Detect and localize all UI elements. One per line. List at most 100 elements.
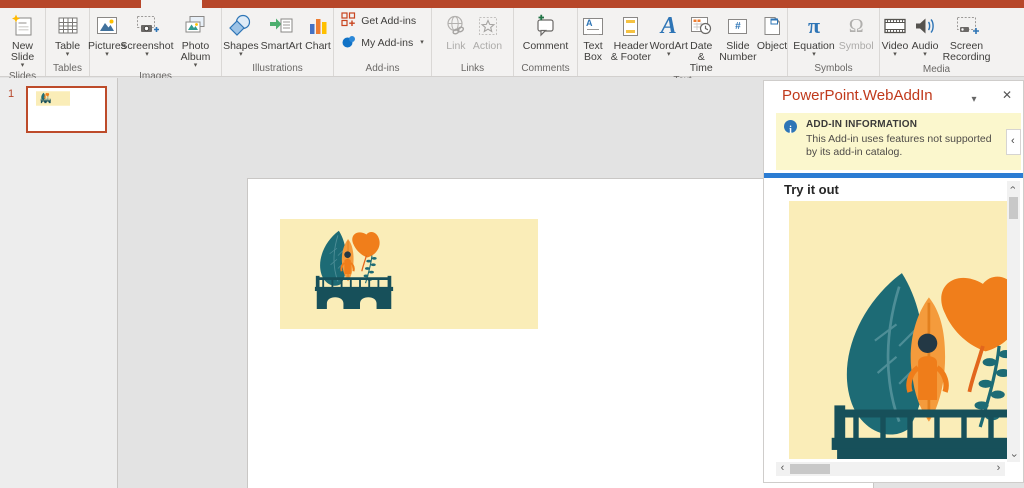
my-addins-button[interactable]: My Add-ins xyxy=(341,34,423,52)
screen-recording-button[interactable]: Screen Recording xyxy=(940,10,993,63)
screen-recording-icon xyxy=(954,11,980,41)
button-label: Action xyxy=(472,40,503,52)
button-label: Chart xyxy=(305,40,331,52)
chevron-down-icon xyxy=(667,52,671,59)
pictures-icon xyxy=(94,11,120,41)
group-label: Symbols xyxy=(814,63,853,74)
scroll-up-icon[interactable] xyxy=(1007,181,1020,194)
scroll-left-icon[interactable] xyxy=(776,462,789,475)
ribbon-group-comments: Comment Comments xyxy=(514,8,578,76)
photo-album-icon xyxy=(182,11,208,41)
info-icon xyxy=(784,120,797,133)
button-label: Header & Footer xyxy=(610,40,651,63)
chevron-down-icon xyxy=(66,52,70,59)
text-box-button[interactable]: A Text Box xyxy=(578,10,608,63)
video-icon xyxy=(882,11,908,41)
new-slide-button[interactable]: New Slide xyxy=(0,10,45,70)
action-button: Action xyxy=(471,10,504,52)
task-pane-menu-icon[interactable] xyxy=(967,89,981,103)
vertical-scroll-thumb[interactable] xyxy=(1009,197,1018,219)
equation-icon: π xyxy=(807,13,821,38)
task-pane-title: PowerPoint.WebAddIn xyxy=(782,87,933,104)
try-it-out-heading: Try it out xyxy=(784,182,839,197)
shapes-button[interactable]: Shapes xyxy=(222,10,260,59)
close-icon[interactable] xyxy=(999,86,1015,102)
button-label: Slide Number xyxy=(719,40,757,63)
chevron-down-icon xyxy=(239,52,243,59)
button-label: My Add-ins xyxy=(361,37,414,49)
web-addin-task-pane: PowerPoint.WebAddIn ADD-IN INFORMATION T… xyxy=(763,80,1024,483)
link-button: Link xyxy=(441,10,471,52)
ribbon-group-tables: Table Tables xyxy=(46,8,90,76)
button-label: SmartArt xyxy=(260,40,303,52)
chevron-down-icon xyxy=(893,52,897,59)
inserted-picture[interactable] xyxy=(280,219,538,329)
smartart-button[interactable]: SmartArt xyxy=(260,10,303,52)
smartart-icon xyxy=(268,11,294,41)
group-label: Links xyxy=(460,63,485,74)
vertical-scrollbar[interactable] xyxy=(1007,181,1020,462)
button-label: Get Add-ins xyxy=(361,15,417,27)
chevron-down-icon xyxy=(812,52,816,59)
button-label: Comment xyxy=(522,40,569,52)
date-time-button[interactable]: Date & Time xyxy=(684,10,719,74)
object-button[interactable]: Object xyxy=(757,10,787,52)
slide-thumbnail-image xyxy=(36,91,70,106)
button-label: Screen Recording xyxy=(942,40,991,63)
scroll-down-icon[interactable] xyxy=(1007,449,1020,462)
slides-thumbnail-panel: 1 xyxy=(0,78,118,488)
chevron-down-icon xyxy=(420,40,424,46)
ribbon: New Slide Slides Table Tables Pictures xyxy=(0,8,1024,86)
ribbon-group-slides: New Slide Slides xyxy=(0,8,46,82)
title-bar xyxy=(0,0,1024,8)
chevron-down-icon xyxy=(194,63,198,70)
chart-button[interactable]: Chart xyxy=(303,10,333,52)
ribbon-group-images: Pictures Screenshot Photo Album Images xyxy=(88,8,222,82)
scroll-right-icon[interactable] xyxy=(992,462,1005,475)
header-footer-button[interactable]: Header & Footer xyxy=(608,10,654,63)
group-label: Comments xyxy=(521,63,570,74)
symbol-icon: Ω xyxy=(848,15,864,37)
button-label: Photo Album xyxy=(180,40,211,63)
table-icon xyxy=(55,11,81,41)
slide-thumbnail[interactable] xyxy=(26,86,107,133)
progress-bar xyxy=(764,173,1023,178)
ribbon-group-links: Link Action Links xyxy=(432,8,514,76)
get-addins-button[interactable]: Get Add-ins xyxy=(341,12,423,30)
horizontal-scroll-thumb[interactable] xyxy=(790,464,830,474)
symbol-button: Ω Symbol xyxy=(837,10,876,52)
button-label: Date & Time xyxy=(689,40,713,74)
chevron-down-icon xyxy=(145,52,149,59)
group-label: Add-ins xyxy=(365,63,400,74)
addin-content-image xyxy=(789,201,1007,459)
slide-number: 1 xyxy=(8,88,15,100)
info-banner-body: This Add-in uses features not supported … xyxy=(806,133,992,158)
pictures-button[interactable]: Pictures xyxy=(88,10,126,59)
bridge-illustration-zoomed xyxy=(789,201,1007,459)
button-label: Symbol xyxy=(838,40,874,52)
table-button[interactable]: Table xyxy=(53,10,83,59)
equation-button[interactable]: π Equation xyxy=(791,10,836,59)
object-icon xyxy=(759,11,785,41)
button-label: Text Box xyxy=(583,40,603,63)
text-box-icon: A xyxy=(583,11,603,41)
ribbon-group-text: A Text Box Header & Footer A WordArt ▾ D… xyxy=(578,8,788,86)
date-time-icon xyxy=(688,11,714,41)
ribbon-group-illustrations: Shapes SmartArt Chart Illustrations xyxy=(222,8,334,76)
group-label: Tables xyxy=(53,63,82,74)
horizontal-scrollbar[interactable] xyxy=(776,462,1005,476)
photo-album-button[interactable]: Photo Album xyxy=(170,10,221,70)
video-button[interactable]: Video xyxy=(880,10,910,59)
audio-icon xyxy=(912,11,938,41)
wordart-button[interactable]: A WordArt xyxy=(650,10,688,59)
ribbon-group-media: Video Audio Screen Recording Media xyxy=(880,8,993,76)
link-icon xyxy=(443,11,469,41)
collapse-banner-icon[interactable] xyxy=(1006,129,1021,155)
audio-button[interactable]: Audio xyxy=(910,10,940,59)
comment-button[interactable]: Comment xyxy=(521,10,571,52)
addin-info-banner: ADD-IN INFORMATION This Add-in uses feat… xyxy=(776,113,1021,170)
active-ribbon-tab[interactable] xyxy=(141,0,202,8)
button-label: New Slide xyxy=(10,40,35,63)
screenshot-button[interactable]: Screenshot xyxy=(120,10,174,59)
slide-number-button[interactable]: # Slide Number xyxy=(719,10,757,63)
